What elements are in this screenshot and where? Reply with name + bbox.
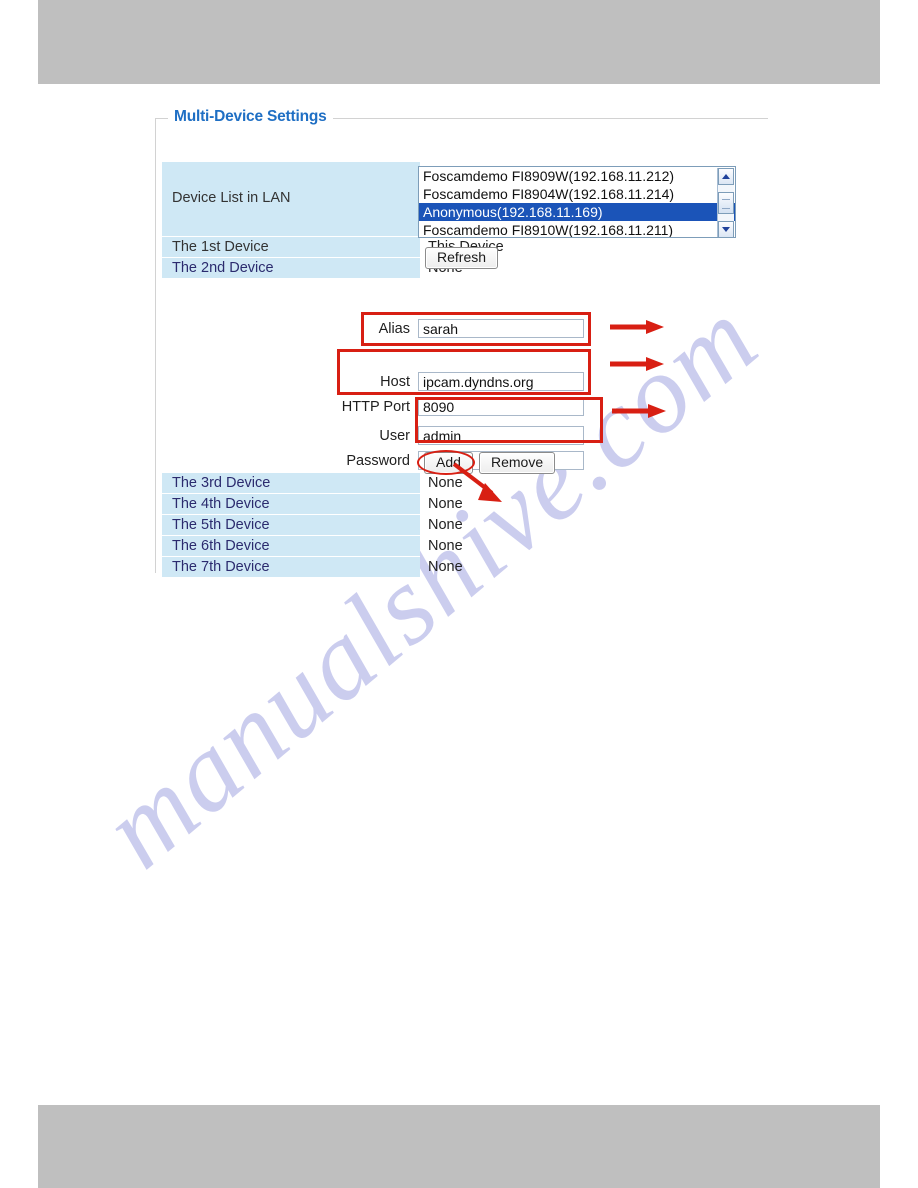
table-row[interactable]: The 6th Device None xyxy=(162,536,762,557)
remove-button[interactable]: Remove xyxy=(479,452,556,474)
device-list-listbox[interactable]: Foscamdemo FI8909W(192.168.11.212) Fosca… xyxy=(418,166,736,238)
listbox-scrollbar[interactable] xyxy=(717,168,734,237)
device-2-label[interactable]: The 2nd Device xyxy=(162,258,420,279)
http-port-label: HTTP Port xyxy=(341,398,410,415)
device-3-value: None xyxy=(428,475,463,491)
list-item-selected[interactable]: Anonymous(192.168.11.169) xyxy=(419,203,735,221)
device-table-bottom: The 3rd Device None The 4th Device None … xyxy=(162,473,762,578)
alias-input[interactable] xyxy=(418,319,584,338)
device-6-value: None xyxy=(428,538,463,554)
alias-field-row: Alias xyxy=(330,319,584,338)
panel-title: Multi-Device Settings xyxy=(168,108,333,126)
device-1-label: The 1st Device xyxy=(162,237,420,258)
host-field-row: Host xyxy=(330,372,584,391)
device-6-label[interactable]: The 6th Device xyxy=(162,536,420,557)
chevron-down-icon[interactable] xyxy=(718,221,734,237)
device-5-label[interactable]: The 5th Device xyxy=(162,515,420,536)
device-7-label[interactable]: The 7th Device xyxy=(162,557,420,578)
user-input[interactable] xyxy=(418,426,584,445)
http-port-input[interactable] xyxy=(418,397,584,416)
list-item[interactable]: Foscamdemo FI8909W(192.168.11.212) xyxy=(419,167,735,185)
scrollbar-thumb[interactable] xyxy=(718,192,734,214)
host-input[interactable] xyxy=(418,372,584,391)
table-row[interactable]: The 3rd Device None xyxy=(162,473,762,494)
device-list-label: Device List in LAN xyxy=(162,162,420,237)
device-list-listbox-wrapper[interactable]: Foscamdemo FI8909W(192.168.11.212) Fosca… xyxy=(418,166,736,238)
refresh-button[interactable]: Refresh xyxy=(425,247,499,269)
table-row[interactable]: The 7th Device None xyxy=(162,557,762,578)
user-label: User xyxy=(379,427,410,444)
add-button[interactable]: Add xyxy=(424,452,473,474)
device-7-value: None xyxy=(428,559,463,575)
user-field-row: User xyxy=(330,426,584,445)
host-label: Host xyxy=(380,373,410,390)
device-3-label[interactable]: The 3rd Device xyxy=(162,473,420,494)
page-content: Multi-Device Settings Device List in LAN… xyxy=(0,0,918,1188)
table-row[interactable]: The 4th Device None xyxy=(162,494,762,515)
device-4-value: None xyxy=(428,496,463,512)
device-5-value: None xyxy=(428,517,463,533)
table-row[interactable]: The 5th Device None xyxy=(162,515,762,536)
alias-label: Alias xyxy=(378,320,410,337)
form-area-background xyxy=(162,318,420,473)
chevron-up-icon[interactable] xyxy=(718,168,734,185)
device-4-label[interactable]: The 4th Device xyxy=(162,494,420,515)
http-port-field-row: HTTP Port xyxy=(330,397,584,416)
password-label: Password xyxy=(346,452,410,469)
list-item[interactable]: Foscamdemo FI8910W(192.168.11.211) xyxy=(419,221,735,237)
list-item[interactable]: Foscamdemo FI8904W(192.168.11.214) xyxy=(419,185,735,203)
